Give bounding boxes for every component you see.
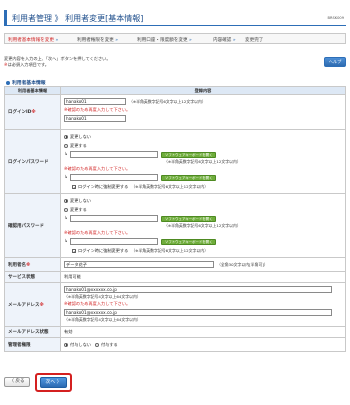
step-2: 利用者権限を変更»	[77, 37, 119, 43]
software-keyboard-button[interactable]: ソフトウェアキーボードを開く	[161, 215, 217, 222]
software-keyboard-button[interactable]: ソフトウェアキーボードを開く	[161, 151, 217, 158]
email-label: メールアドレス※	[4, 282, 61, 327]
login-pw-change-option[interactable]: 変更する	[64, 141, 342, 150]
service-status-value: 利用可能	[60, 271, 346, 283]
email-input[interactable]: hanako01@xxxxxx.co.jp	[64, 286, 332, 293]
confirm-pw-input[interactable]	[70, 215, 158, 222]
service-status-label: サービス状態	[4, 271, 61, 283]
confirm-pw-change-option[interactable]: 変更する	[64, 205, 342, 214]
admin-yes-option[interactable]: 付与する	[94, 342, 118, 348]
intro-text: 変更内容を入力の上、「次へ」ボタンを押してください。 ※は必須入力項目です。	[4, 56, 111, 68]
login-pw-input[interactable]	[70, 151, 158, 158]
step-3: 利用口座・限度額を変更»	[137, 37, 192, 43]
step-1: 利用者基本情報を変更»	[8, 37, 59, 43]
login-password-label: ログインパスワード	[4, 129, 61, 194]
user-info-table: 利用者基本情報 登録内容 ログインID※ hanako01 （※半角英数字記号6文…	[4, 86, 346, 352]
confirm-pw-warning: ※確認のため再度入力して下さい。	[64, 230, 131, 235]
software-keyboard-button[interactable]: ソフトウェアキーボードを開く	[161, 174, 217, 181]
radio-icon[interactable]	[64, 198, 68, 203]
confirm-pw-nochange-option[interactable]: 変更しない	[64, 196, 342, 205]
email-confirm-input[interactable]: hanako01@xxxxxx.co.jp	[64, 309, 332, 316]
step-5: 変更完了	[245, 37, 264, 43]
login-pw-warning: ※確認のため再度入力して下さい。	[64, 166, 131, 171]
radio-icon[interactable]	[64, 134, 68, 139]
email-warning: ※確認のため再度入力して下さい。	[64, 301, 131, 306]
step-4: 内容確認»	[213, 37, 236, 43]
help-button[interactable]: ヘルプ	[324, 57, 346, 67]
force-change-checkbox[interactable]: ✓	[72, 184, 76, 189]
email-status-label: メールアドレス状態	[4, 326, 61, 338]
admin-rights-label: 管理者権限	[4, 337, 61, 352]
back-button[interactable]: 〈 戻る	[4, 377, 30, 387]
help-label: ヘルプ	[328, 59, 342, 64]
confirm-password-label: 確認用パスワード	[4, 193, 61, 258]
login-id-confirm-input[interactable]: hanako01	[64, 115, 126, 122]
email-status-value: 有効	[60, 326, 346, 338]
software-keyboard-button[interactable]: ソフトウェアキーボードを開く	[161, 238, 217, 245]
progress-steps: 利用者基本情報を変更» 利用者権限を変更» 利用口座・限度額を変更» 内容確認»…	[4, 33, 346, 44]
section-title: 利用者基本情報	[6, 79, 46, 86]
col-item-header: 利用者基本情報	[4, 86, 61, 95]
page-title: 利用者管理 》 利用者変更[基本情報]	[12, 14, 144, 23]
radio-icon[interactable]	[94, 342, 99, 347]
footer-actions: 〈 戻る 次へ 〉	[0, 373, 350, 393]
next-button[interactable]: 次へ 〉	[40, 377, 67, 388]
user-name-input[interactable]: データ花子	[64, 261, 214, 268]
bullet-icon	[6, 80, 10, 85]
user-name-label: 利用者名※	[4, 257, 61, 272]
intro-line-2: ※は必須入力項目です。	[4, 62, 49, 67]
login-id-warning: ※確認のため再度入力して下さい。	[64, 107, 131, 112]
confirm-pw-confirm-input[interactable]	[70, 238, 158, 245]
col-input-header: 登録内容	[60, 86, 346, 95]
screen-code: BRSK009	[327, 16, 344, 20]
radio-icon[interactable]	[64, 342, 68, 347]
login-pw-nochange-option[interactable]: 変更しない	[64, 132, 342, 141]
login-id-input[interactable]: hanako01	[64, 98, 126, 105]
radio-icon[interactable]	[64, 143, 68, 148]
next-button-highlight: 次へ 〉	[35, 373, 72, 392]
page-header: 利用者管理 》 利用者変更[基本情報] BRSK009	[4, 10, 346, 26]
admin-no-option[interactable]: 付与しない	[64, 342, 91, 348]
force-change-checkbox[interactable]: ✓	[72, 248, 76, 253]
radio-icon[interactable]	[64, 207, 68, 212]
login-id-label: ログインID※	[4, 94, 61, 130]
login-pw-confirm-input[interactable]	[70, 174, 158, 181]
